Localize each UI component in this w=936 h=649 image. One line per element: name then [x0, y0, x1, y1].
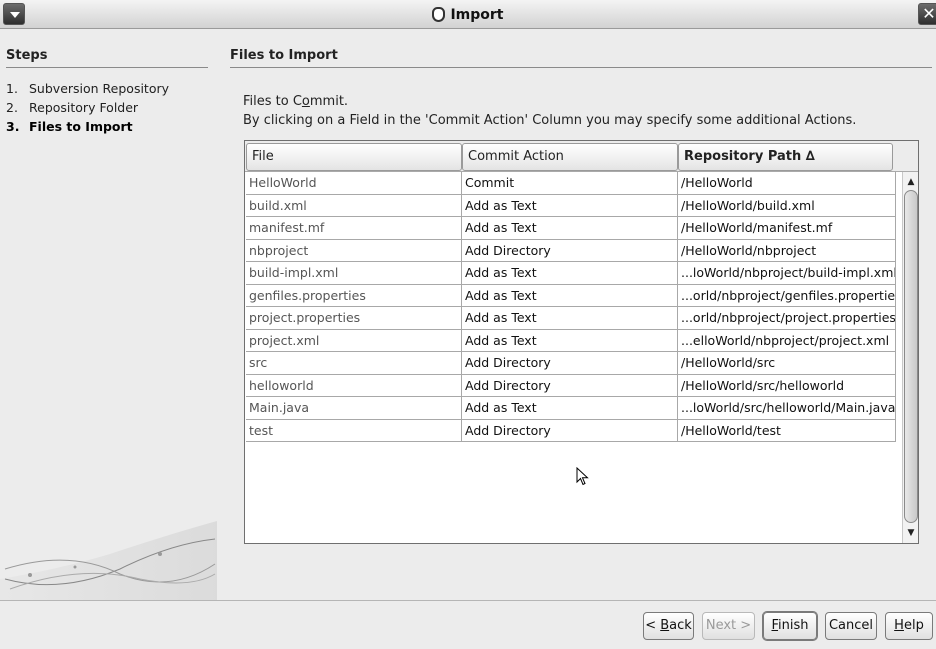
next-button[interactable]: Next >	[702, 612, 755, 640]
repository-path-cell[interactable]: /HelloWorld/build.xml	[678, 194, 896, 217]
file-cell[interactable]: build-impl.xml	[246, 262, 462, 285]
repository-path-cell[interactable]: ...orld/nbproject/project.properties	[678, 307, 896, 330]
finish-label-post: inish	[778, 618, 809, 633]
button-bar: < Back Next > Finish Cancel Help	[0, 600, 936, 649]
file-cell[interactable]: genfiles.properties	[246, 284, 462, 307]
window-title: Import	[450, 6, 504, 23]
decorative-swirl-art	[0, 521, 217, 601]
table-row[interactable]: project.xml Add as Text ...elloWorld/nbpro…	[246, 329, 896, 352]
commit-action-cell[interactable]: Commit	[462, 172, 678, 195]
import-shield-icon	[432, 7, 446, 22]
repository-path-cell[interactable]: ...elloWorld/nbproject/project.xml	[678, 329, 896, 352]
back-mnemonic: B	[660, 618, 670, 633]
back-label-post: ack	[669, 618, 692, 633]
repository-path-cell[interactable]: /HelloWorld/src/helloworld	[678, 374, 896, 397]
step-item: 2. Repository Folder	[6, 98, 169, 117]
file-cell[interactable]: helloworld	[246, 374, 462, 397]
repository-path-cell[interactable]: /HelloWorld	[678, 172, 896, 195]
steps-panel: Steps 1. Subversion Repository 2. Repositor…	[0, 29, 217, 601]
commit-action-cell[interactable]: Add Directory	[462, 239, 678, 262]
repository-path-cell[interactable]: ...orld/nbproject/genfiles.properties	[678, 284, 896, 307]
scroll-up-arrow-icon[interactable]: ▲	[904, 174, 918, 190]
table-row[interactable]: HelloWorld Commit/HelloWorld	[246, 172, 896, 195]
title-wrap: Import	[0, 0, 936, 29]
window-close-button[interactable]: ✕	[918, 3, 936, 25]
commit-action-cell[interactable]: Add as Text	[462, 284, 678, 307]
step-label: Subversion Repository	[29, 81, 170, 96]
table-row[interactable]: genfiles.properties Add as Text ...orld/nb…	[246, 284, 896, 307]
file-cell[interactable]: manifest.mf	[246, 217, 462, 240]
commit-action-cell[interactable]: Add as Text	[462, 329, 678, 352]
table-row[interactable]: test Add Directory/HelloWorld/test	[246, 419, 896, 442]
finish-button[interactable]: Finish	[763, 612, 817, 640]
main-header: Files to Import	[230, 48, 932, 68]
table-row[interactable]: src Add Directory/HelloWorld/src	[246, 352, 896, 375]
step-label: Files to Import	[29, 119, 133, 134]
file-cell[interactable]: project.properties	[246, 307, 462, 330]
repository-path-cell[interactable]: /HelloWorld/test	[678, 419, 896, 442]
commit-action-cell[interactable]: Add as Text	[462, 194, 678, 217]
table-row[interactable]: build.xml Add as Text/HelloWorld/build.xm…	[246, 194, 896, 217]
table-row[interactable]: Main.java Add as Text ...loWorld/src/hello…	[246, 397, 896, 420]
column-header-commit-action[interactable]: Commit Action	[462, 143, 678, 171]
files-to-commit-label: Files to Commit.	[243, 94, 348, 109]
file-cell[interactable]: Main.java	[246, 397, 462, 420]
step-number: 2.	[6, 100, 18, 115]
back-label-pre: <	[645, 618, 661, 633]
commit-action-cell[interactable]: Add as Text	[462, 262, 678, 285]
repository-path-cell[interactable]: /HelloWorld/manifest.mf	[678, 217, 896, 240]
desc-pre: Files to C	[243, 94, 302, 109]
instructions-text: By clicking on a Field in the 'Commit Ac…	[243, 113, 857, 128]
column-header-repository-path[interactable]: Repository Path ∆	[678, 143, 893, 171]
file-cell[interactable]: nbproject	[246, 239, 462, 262]
vertical-scrollbar[interactable]: ▲ ▼	[902, 172, 918, 543]
step-item: 3. Files to Import	[6, 117, 169, 136]
commit-action-cell[interactable]: Add Directory	[462, 419, 678, 442]
step-label: Repository Folder	[29, 100, 139, 115]
file-cell[interactable]: src	[246, 352, 462, 375]
help-label-post: elp	[903, 618, 924, 633]
help-button[interactable]: Help	[885, 612, 933, 640]
desc-post: mmit.	[309, 94, 349, 109]
repository-path-cell[interactable]: /HelloWorld/nbproject	[678, 239, 896, 262]
mnemonic-char: o	[301, 94, 310, 109]
commit-action-cell[interactable]: Add as Text	[462, 397, 678, 420]
steps-list: 1. Subversion Repository 2. Repository Fold…	[6, 79, 169, 136]
table-body: HelloWorld Commit/HelloWorld build.xml Add …	[246, 172, 896, 442]
commit-action-cell[interactable]: Add Directory	[462, 352, 678, 375]
scroll-down-arrow-icon[interactable]: ▼	[904, 525, 918, 541]
table-row[interactable]: project.properties Add as Text ...orld/nbp…	[246, 307, 896, 330]
repository-path-cell[interactable]: ...loWorld/nbproject/build-impl.xml	[678, 262, 896, 285]
close-icon: ✕	[922, 4, 936, 23]
file-cell[interactable]: build.xml	[246, 194, 462, 217]
repository-path-cell[interactable]: /HelloWorld/src	[678, 352, 896, 375]
steps-header: Steps	[6, 48, 208, 68]
scrollbar-thumb[interactable]	[904, 190, 918, 523]
cancel-button[interactable]: Cancel	[825, 612, 877, 640]
mouse-cursor-icon	[576, 467, 589, 486]
commit-action-cell[interactable]: Add as Text	[462, 307, 678, 330]
table-header-row: File Commit Action Repository Path ∆	[245, 141, 918, 172]
file-cell[interactable]: HelloWorld	[246, 172, 462, 195]
commit-action-cell[interactable]: Add as Text	[462, 217, 678, 240]
table-row[interactable]: helloworld Add Directory/HelloWorld/src/h…	[246, 374, 896, 397]
help-mnemonic: H	[894, 618, 904, 633]
window-titlebar[interactable]: Import ✕	[0, 0, 936, 29]
back-button[interactable]: < Back	[643, 612, 694, 640]
step-number: 1.	[6, 81, 18, 96]
commit-action-cell[interactable]: Add Directory	[462, 374, 678, 397]
step-item: 1. Subversion Repository	[6, 79, 169, 98]
table-row[interactable]: manifest.mf Add as Text/HelloWorld/manife…	[246, 217, 896, 240]
column-header-file[interactable]: File	[246, 143, 462, 171]
step-number: 3.	[6, 119, 20, 134]
file-cell[interactable]: project.xml	[246, 329, 462, 352]
file-cell[interactable]: test	[246, 419, 462, 442]
table-row[interactable]: nbproject Add Directory/HelloWorld/nbproj…	[246, 239, 896, 262]
table-row[interactable]: build-impl.xml Add as Text ...loWorld/nbpr…	[246, 262, 896, 285]
repository-path-cell[interactable]: ...loWorld/src/helloworld/Main.java	[678, 397, 896, 420]
